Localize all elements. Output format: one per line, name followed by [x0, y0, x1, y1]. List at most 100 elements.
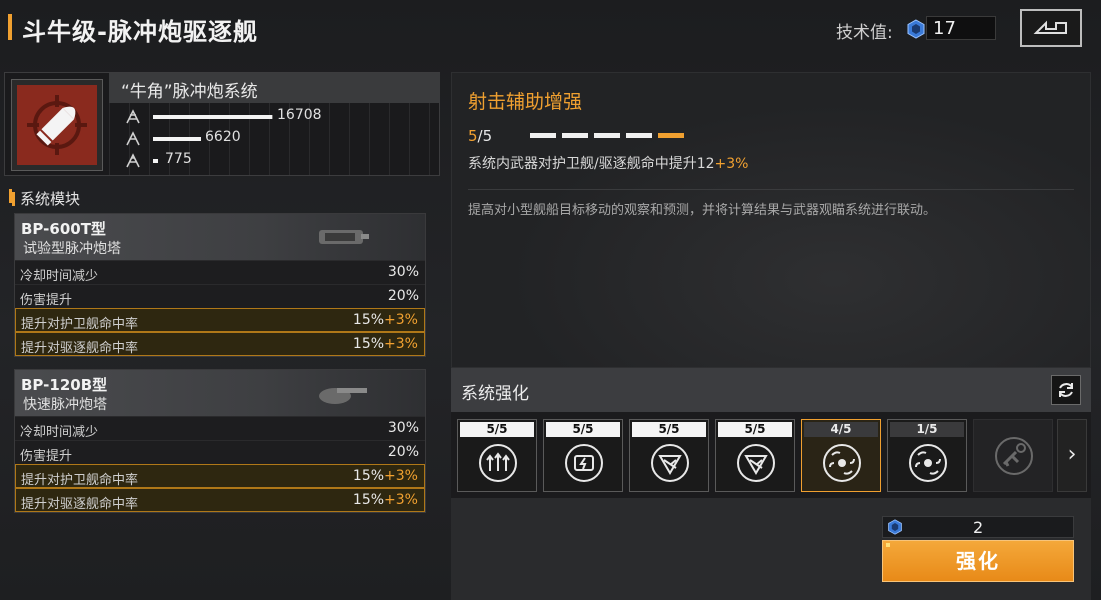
enhance-slot[interactable]: 5/5	[715, 419, 795, 492]
weapon-icon-frame[interactable]	[11, 79, 103, 171]
next-page-button[interactable]: ›	[1057, 419, 1087, 492]
module-code: BP-600T型	[21, 220, 106, 238]
stat-base: 15%	[352, 492, 385, 508]
module-stat-row: 伤害提升 20%	[15, 440, 425, 464]
stat-bar-fill	[153, 137, 201, 141]
target-assist-icon	[823, 444, 861, 482]
speed-icon	[126, 131, 140, 146]
stat-value: 15%+3%	[353, 312, 418, 328]
stat-bar-fill	[153, 115, 272, 119]
stat-label: 冷却时间减少	[20, 269, 99, 284]
target-assist-icon	[909, 444, 947, 482]
refresh-button[interactable]	[1051, 375, 1081, 405]
module-name: 试验型脉冲炮塔	[23, 241, 121, 257]
stat-label: 提升对护卫舰命中率	[21, 473, 139, 488]
stat-label: 伤害提升	[20, 449, 73, 464]
module-header: BP-600T型 试验型脉冲炮塔	[15, 214, 425, 260]
stat-value: 20%	[388, 444, 419, 460]
stat-value: 20%	[388, 288, 419, 304]
enhance-button[interactable]: 强化	[882, 540, 1074, 582]
skill-detail-panel: 射击辅助增强 5/5 系统内武器对护卫舰/驱逐舰命中提升12+3% 提高对小型舰…	[451, 72, 1091, 368]
stats-area: 16708 6620 775	[109, 103, 440, 175]
skill-effect-text: 系统内武器对护卫舰/驱逐舰命中提升12	[468, 156, 715, 172]
stat-value: 30%	[388, 264, 419, 280]
skill-effect: 系统内武器对护卫舰/驱逐舰命中提升12+3%	[468, 153, 748, 173]
enhance-slots: 5/5 5/5 5/5 5/5 4/5 1/5 ›	[451, 412, 1091, 498]
stat-base: 30%	[387, 420, 419, 436]
stat-value-damage: 16708	[277, 107, 322, 123]
stat-bonus: +3%	[384, 468, 418, 484]
stat-base: 15%	[352, 336, 385, 352]
module-stat-row: 伤害提升 20%	[15, 284, 425, 308]
module-stat-row-highlight: 提升对护卫舰命中率 15%+3%	[15, 464, 425, 488]
tech-point-icon	[907, 19, 925, 39]
locked-turret-icon	[995, 437, 1033, 475]
lightning-card-icon	[565, 444, 603, 482]
skill-title: 射击辅助增强	[468, 91, 583, 113]
skill-level-max: /5	[477, 127, 493, 145]
slot-level: 5/5	[632, 422, 706, 437]
stat-base: 30%	[387, 264, 419, 280]
enhance-slot[interactable]: 1/5	[887, 419, 967, 492]
module-stat-row: 冷却时间减少 30%	[15, 260, 425, 284]
stat-bonus: +3%	[384, 492, 418, 508]
title-accent-bar	[8, 14, 12, 40]
back-button[interactable]	[1020, 9, 1082, 47]
level-pip	[530, 133, 556, 138]
stat-value-range: 775	[165, 151, 192, 167]
system-name: “牛角”脉冲炮系统	[121, 82, 258, 102]
stat-base: 20%	[387, 288, 419, 304]
tech-value: 17	[933, 18, 956, 39]
level-pip	[658, 133, 684, 138]
slot-level: 5/5	[546, 422, 620, 437]
tech-value-label: 技术值:	[836, 23, 893, 43]
stat-row-range: 775	[109, 151, 440, 171]
module-stat-row-highlight: 提升对驱逐舰命中率 15%+3%	[15, 332, 425, 356]
stat-bar-fill	[153, 159, 158, 163]
module-card[interactable]: BP-600T型 试验型脉冲炮塔 冷却时间减少 30% 伤害提升 20% 提升对…	[14, 213, 426, 357]
button-corner-dot	[886, 543, 890, 547]
enhance-slot[interactable]: 5/5	[457, 419, 537, 492]
level-pip	[562, 133, 588, 138]
triple-arrow-up-icon	[479, 444, 517, 482]
enhance-slot[interactable]: 5/5	[543, 419, 623, 492]
stat-label: 提升对护卫舰命中率	[21, 317, 139, 332]
weapon-system-panel: “牛角”脉冲炮系统 16708 6620 775	[4, 72, 440, 203]
stat-value: 15%+3%	[353, 468, 418, 484]
level-pip	[626, 133, 652, 138]
stat-row-speed: 6620	[109, 129, 440, 149]
stat-label: 伤害提升	[20, 293, 73, 308]
slot-level: 1/5	[890, 422, 964, 437]
system-name-bar: “牛角”脉冲炮系统	[109, 73, 440, 103]
page-title: 斗牛级-脉冲炮驱逐舰	[22, 18, 258, 46]
stat-value: 15%+3%	[353, 336, 418, 352]
slot-level: 4/5	[804, 422, 878, 437]
skill-level: 5/5	[468, 127, 492, 145]
module-card[interactable]: BP-120B型 快速脉冲炮塔 冷却时间减少 30% 伤害提升 20% 提升对护…	[14, 369, 426, 513]
range-icon	[126, 153, 140, 168]
turret-model-icon	[319, 388, 367, 404]
slot-level: 5/5	[718, 422, 792, 437]
stat-base: 20%	[387, 444, 419, 460]
slot-level: 5/5	[460, 422, 534, 437]
stat-value-speed: 6620	[205, 129, 241, 145]
stat-value: 15%+3%	[353, 492, 418, 508]
skill-level-pips	[530, 133, 684, 138]
stat-label: 提升对驱逐舰命中率	[21, 341, 139, 356]
module-header: BP-120B型 快速脉冲炮塔	[15, 370, 425, 416]
skill-level-current: 5	[468, 127, 478, 145]
shield-cross-icon	[651, 444, 689, 482]
header: 斗牛级-脉冲炮驱逐舰 技术值: 17	[0, 0, 1101, 60]
shield-cross-icon	[737, 444, 775, 482]
enhance-title: 系统强化	[461, 384, 529, 404]
stat-bonus: +3%	[384, 336, 418, 352]
tech-point-icon	[888, 519, 902, 535]
enhance-slot-selected[interactable]: 4/5	[801, 419, 881, 492]
enhance-cost-box: 2	[882, 516, 1074, 538]
stat-row-damage: 16708	[109, 107, 440, 127]
modules-section-title: 系统模块	[12, 188, 80, 209]
enhance-slot-locked[interactable]	[973, 419, 1053, 492]
level-pip	[594, 133, 620, 138]
skill-effect-bonus: +3%	[714, 156, 749, 172]
enhance-slot[interactable]: 5/5	[629, 419, 709, 492]
